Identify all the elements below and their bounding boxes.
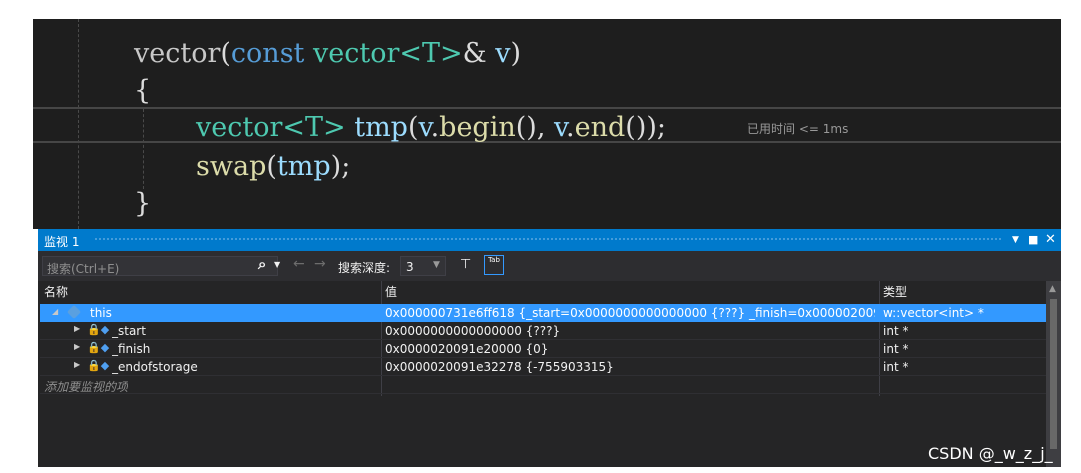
dropdown-arrow-icon[interactable]: ▼ [274, 260, 280, 269]
row-type: int * [883, 342, 909, 356]
column-name[interactable]: 名称 [44, 283, 68, 300]
collapse-icon[interactable]: ◢ [52, 307, 58, 316]
watch-row-endofstorage[interactable]: ▶ 🔒◆ _endofstorage 0x0000020091e32278 {-… [40, 358, 1046, 376]
expand-icon[interactable]: ▶ [74, 324, 80, 333]
search-placeholder: 搜索(Ctrl+E) [47, 262, 120, 276]
field-lock-icon: 🔒◆ [87, 341, 110, 354]
param-type: vector<T> [313, 38, 463, 69]
watch-row-finish[interactable]: ▶ 🔒◆ _finish 0x0000020091e20000 {0} int … [40, 340, 1046, 358]
close-icon[interactable]: ✕ [1045, 232, 1056, 248]
method-begin: begin [439, 112, 516, 143]
search-depth-select[interactable]: 3 ▼ [400, 256, 446, 276]
code-line-5[interactable]: } [134, 187, 151, 221]
back-arrow-icon[interactable]: ← [293, 256, 305, 272]
row-name: _endofstorage [112, 360, 198, 374]
watermark: CSDN @_w_z_j_ [928, 444, 1053, 463]
perf-tip[interactable]: 已用时间 <= 1ms [747, 120, 848, 137]
depth-value: 3 [406, 260, 414, 274]
code-line-1[interactable]: vector(const vector<T>& v) [134, 37, 521, 71]
maximize-icon[interactable]: ■ [1028, 232, 1038, 248]
keyword-const: const [230, 38, 305, 69]
add-watch-placeholder: 添加要监视的项 [44, 380, 129, 394]
watch-row-start[interactable]: ▶ 🔒◆ _start 0x0000000000000000 {???} int… [40, 322, 1046, 340]
expand-icon[interactable]: ▶ [74, 360, 80, 369]
code-line-4[interactable]: swap(tmp); [196, 150, 350, 184]
code-line-2[interactable]: { [134, 74, 151, 108]
title-grip [94, 237, 1003, 242]
row-name: this [90, 306, 112, 320]
watch-row-this[interactable]: ◢ this 0x000000731e6ff618 {_start=0x0000… [40, 304, 1046, 322]
add-watch-row[interactable]: 添加要监视的项 [40, 376, 1046, 394]
row-value: 0x0000020091e20000 {0} [385, 342, 549, 356]
watch-toolbar: 搜索(Ctrl+E) ⌕ ▼ ← → 搜索深度: 3 ▼ ⊤ Tab [38, 251, 1061, 281]
row-value: 0x0000000000000000 {???} [385, 324, 561, 338]
watch-title-bar[interactable]: 监视 1 ▼ ■ ✕ [38, 229, 1061, 251]
vertical-scrollbar[interactable]: ▲ [1046, 281, 1061, 467]
param-name: v [495, 38, 511, 69]
expand-icon[interactable]: ▶ [74, 342, 80, 351]
column-header: 名称 值 类型 [38, 281, 1046, 299]
watch-window: 监视 1 ▼ ■ ✕ 搜索(Ctrl+E) ⌕ ▼ ← → 搜索深度: 3 ▼ … [38, 229, 1061, 467]
search-depth-label: 搜索深度: [338, 261, 391, 275]
code-line-3[interactable]: vector<T> tmp(v.begin(), v.end()); [196, 111, 666, 145]
row-name: _finish [112, 342, 151, 356]
row-name: _start [112, 324, 146, 338]
scrollbar-thumb[interactable] [1050, 299, 1057, 449]
chevron-down-icon: ▼ [433, 260, 440, 270]
forward-arrow-icon[interactable]: → [314, 256, 326, 272]
column-value[interactable]: 值 [385, 283, 397, 300]
watch-title: 监视 1 [44, 235, 80, 249]
window-menu-icon[interactable]: ▼ [1012, 232, 1019, 248]
search-icon[interactable]: ⌕ [258, 255, 266, 273]
row-value: 0x000000731e6ff618 {_start=0x00000000000… [385, 306, 875, 320]
local-var: tmp [354, 112, 408, 143]
method-end: end [574, 112, 626, 143]
search-input[interactable]: 搜索(Ctrl+E) [42, 256, 278, 276]
field-lock-icon: 🔒◆ [87, 323, 110, 336]
column-type[interactable]: 类型 [883, 283, 907, 300]
code-editor[interactable]: vector(const vector<T>& v) { vector<T> t… [33, 19, 1061, 229]
object-icon [66, 304, 82, 320]
scroll-up-icon[interactable]: ▲ [1049, 284, 1056, 294]
row-type: w::vector<int> * [883, 306, 984, 320]
pin-icon[interactable]: ⊤ [460, 257, 471, 272]
field-lock-icon: 🔒◆ [87, 359, 110, 372]
row-value: 0x0000020091e32278 {-755903315} [385, 360, 614, 374]
function-name: vector [134, 38, 221, 69]
row-type: int * [883, 324, 909, 338]
local-type: vector<T> [196, 112, 346, 143]
row-type: int * [883, 360, 909, 374]
tab-icon[interactable]: Tab [484, 255, 504, 275]
swap-call: swap [196, 151, 267, 182]
